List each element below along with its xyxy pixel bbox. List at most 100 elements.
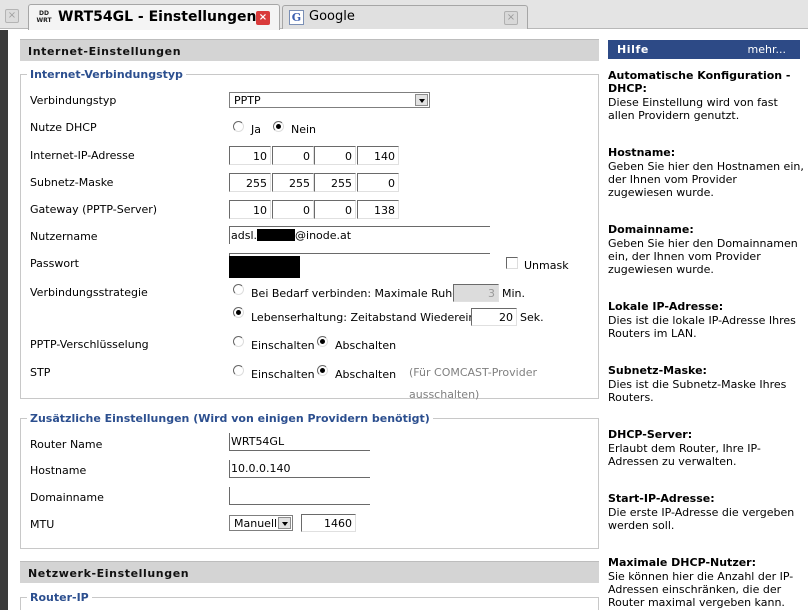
idle-time-input[interactable]: 3 xyxy=(453,284,499,302)
chevron-down-icon[interactable] xyxy=(278,517,291,529)
stp-on-label: Einschalten xyxy=(251,368,315,381)
dhcp-no-radio[interactable] xyxy=(273,121,284,132)
redacted-block xyxy=(229,256,300,278)
gateway-label: Gateway (PPTP-Server) xyxy=(30,203,158,216)
gateway-octet-1[interactable]: 10 xyxy=(229,200,271,219)
gateway-octet-2[interactable]: 0 xyxy=(272,200,314,219)
close-icon[interactable]: × xyxy=(5,9,19,23)
domain-input[interactable] xyxy=(229,487,370,505)
pptp-encryption-label: PPTP-Verschlüsselung xyxy=(30,338,149,351)
pptp-encryption-off-label: Abschalten xyxy=(335,339,397,352)
strategy-keepalive-radio[interactable] xyxy=(233,307,244,318)
pptp-encryption-off-radio[interactable] xyxy=(317,336,328,347)
help-body: Die erste IP-Adresse die vergeben werden… xyxy=(608,506,795,532)
redial-interval-input[interactable]: 20 xyxy=(471,308,517,326)
help-heading: Maximale DHCP-Nutzer: xyxy=(608,556,757,569)
help-title: Hilfe xyxy=(617,43,649,56)
subnet-label: Subnetz-Maske xyxy=(30,176,114,189)
stp-off-label: Abschalten xyxy=(335,368,397,381)
mtu-mode-value: Manuell xyxy=(234,517,278,530)
hostname-input[interactable]: 10.0.0.140 xyxy=(229,460,370,478)
stp-off-radio[interactable] xyxy=(317,365,328,376)
stp-hint-line1: (Für COMCAST-Provider xyxy=(409,366,537,379)
ip-octet-2[interactable]: 0 xyxy=(272,146,314,165)
strategy-keepalive-label: Lebenserhaltung: Zeitabstand Wiedereinwa… xyxy=(251,311,502,324)
connection-type-select[interactable]: PPTP xyxy=(229,92,430,108)
unmask-label: Unmask xyxy=(524,259,569,272)
fieldset-legend: Router-IP xyxy=(27,591,92,604)
username-prefix: adsl. xyxy=(231,229,258,242)
tab-wrt54gl[interactable]: DD WRT WRT54GL - Einstellungen × xyxy=(28,4,280,30)
help-heading: Subnetz-Maske: xyxy=(608,364,707,377)
stp-label: STP xyxy=(30,366,51,379)
gateway-octet-3[interactable]: 0 xyxy=(314,200,356,219)
help-heading: Automatische Konfiguration - DHCP: xyxy=(608,69,791,95)
strategy-ondemand-label: Bei Bedarf verbinden: Maximale Ruhezeit xyxy=(251,287,479,300)
mtu-mode-select[interactable]: Manuell xyxy=(229,515,293,531)
browser-tab-bar: × DD WRT WRT54GL - Einstellungen × G Goo… xyxy=(0,0,808,30)
fieldset-legend: Zusätzliche Einstellungen (Wird von eini… xyxy=(27,412,433,425)
fieldset-legend: Internet-Verbindungstyp xyxy=(27,68,186,81)
help-item-domainname: Domainname: Geben Sie hier den Domainnam… xyxy=(608,223,804,276)
username-label: Nutzername xyxy=(30,230,98,243)
tab-google[interactable]: G Google × xyxy=(282,5,528,29)
help-heading: DHCP-Server: xyxy=(608,428,693,441)
fieldset-router-ip: Router-IP xyxy=(20,591,599,610)
router-name-label: Router Name xyxy=(30,438,103,451)
ip-label: Internet-IP-Adresse xyxy=(30,149,135,162)
mtu-value-input[interactable]: 1460 xyxy=(301,514,356,532)
pptp-encryption-on-label: Einschalten xyxy=(251,339,315,352)
idle-time-unit: Min. xyxy=(502,287,526,300)
pptp-encryption-on-radio[interactable] xyxy=(233,336,244,347)
subnet-octet-1[interactable]: 255 xyxy=(229,173,271,192)
unmask-checkbox[interactable] xyxy=(506,257,518,269)
password-label: Passwort xyxy=(30,257,79,270)
strategy-ondemand-radio[interactable] xyxy=(233,284,244,295)
help-heading: Start-IP-Adresse: xyxy=(608,492,715,505)
dhcp-yes-radio[interactable] xyxy=(233,121,244,132)
mtu-label: MTU xyxy=(30,518,55,531)
connection-type-label: Verbindungstyp xyxy=(30,94,117,107)
close-icon[interactable]: × xyxy=(504,11,518,25)
help-body: Diese Einstellung wird von fast allen Pr… xyxy=(608,96,778,122)
ip-octet-3[interactable]: 0 xyxy=(314,146,356,165)
connection-type-value: PPTP xyxy=(234,94,261,107)
close-icon[interactable]: × xyxy=(256,11,270,25)
help-item-start-ip: Start-IP-Adresse: Die erste IP-Adresse d… xyxy=(608,492,804,532)
help-item-subnet: Subnetz-Maske: Dies ist die Subnetz-Mask… xyxy=(608,364,804,404)
username-input[interactable]: adsl. @inode.at xyxy=(229,226,490,244)
help-body: Erlaubt dem Router, Ihre IP-Adressen zu … xyxy=(608,442,761,468)
google-icon: G xyxy=(289,10,304,25)
help-body: Dies ist die lokale IP-Adresse Ihres Rou… xyxy=(608,314,796,340)
page-left-margin xyxy=(0,30,8,610)
tab-title: Google xyxy=(309,9,355,24)
help-more-link[interactable]: mehr... xyxy=(748,43,786,56)
help-item-dhcp: Automatische Konfiguration - DHCP: Diese… xyxy=(608,69,804,122)
stp-hint-line2: ausschalten) xyxy=(409,388,480,401)
help-body: Dies ist die Subnetz-Maske Ihres Routers… xyxy=(608,378,787,404)
dhcp-label: Nutze DHCP xyxy=(30,121,97,134)
subnet-octet-4[interactable]: 0 xyxy=(357,173,399,192)
chevron-down-icon[interactable] xyxy=(415,94,428,106)
help-item-hostname: Hostname: Geben Sie hier den Hostnamen e… xyxy=(608,146,804,199)
subnet-octet-2[interactable]: 255 xyxy=(272,173,314,192)
help-heading: Hostname: xyxy=(608,146,676,159)
ip-octet-4[interactable]: 140 xyxy=(357,146,399,165)
gateway-octet-4[interactable]: 138 xyxy=(357,200,399,219)
page-content: Internet-Einstellungen Internet-Verbindu… xyxy=(0,30,808,610)
help-item-dhcp-server: DHCP-Server: Erlaubt dem Router, Ihre IP… xyxy=(608,428,804,468)
section-header-network: Netzwerk-Einstellungen xyxy=(20,561,599,583)
help-body: Sie können hier die Anzahl der IP-Adress… xyxy=(608,570,794,609)
redial-interval-unit: Sek. xyxy=(520,311,544,324)
help-heading: Lokale IP-Adresse: xyxy=(608,300,724,313)
router-name-input[interactable]: WRT54GL xyxy=(229,433,370,451)
help-body: Geben Sie hier den Hostnamen ein, der Ih… xyxy=(608,160,804,199)
stp-on-radio[interactable] xyxy=(233,365,244,376)
subnet-octet-3[interactable]: 255 xyxy=(314,173,356,192)
dd-wrt-icon: DD WRT xyxy=(36,10,52,24)
ip-octet-1[interactable]: 10 xyxy=(229,146,271,165)
dhcp-yes-label: Ja xyxy=(251,123,261,136)
tab-title: WRT54GL - Einstellungen xyxy=(58,9,257,25)
username-suffix: @inode.at xyxy=(295,229,352,242)
help-body: Geben Sie hier den Domainnamen ein, der … xyxy=(608,237,798,276)
